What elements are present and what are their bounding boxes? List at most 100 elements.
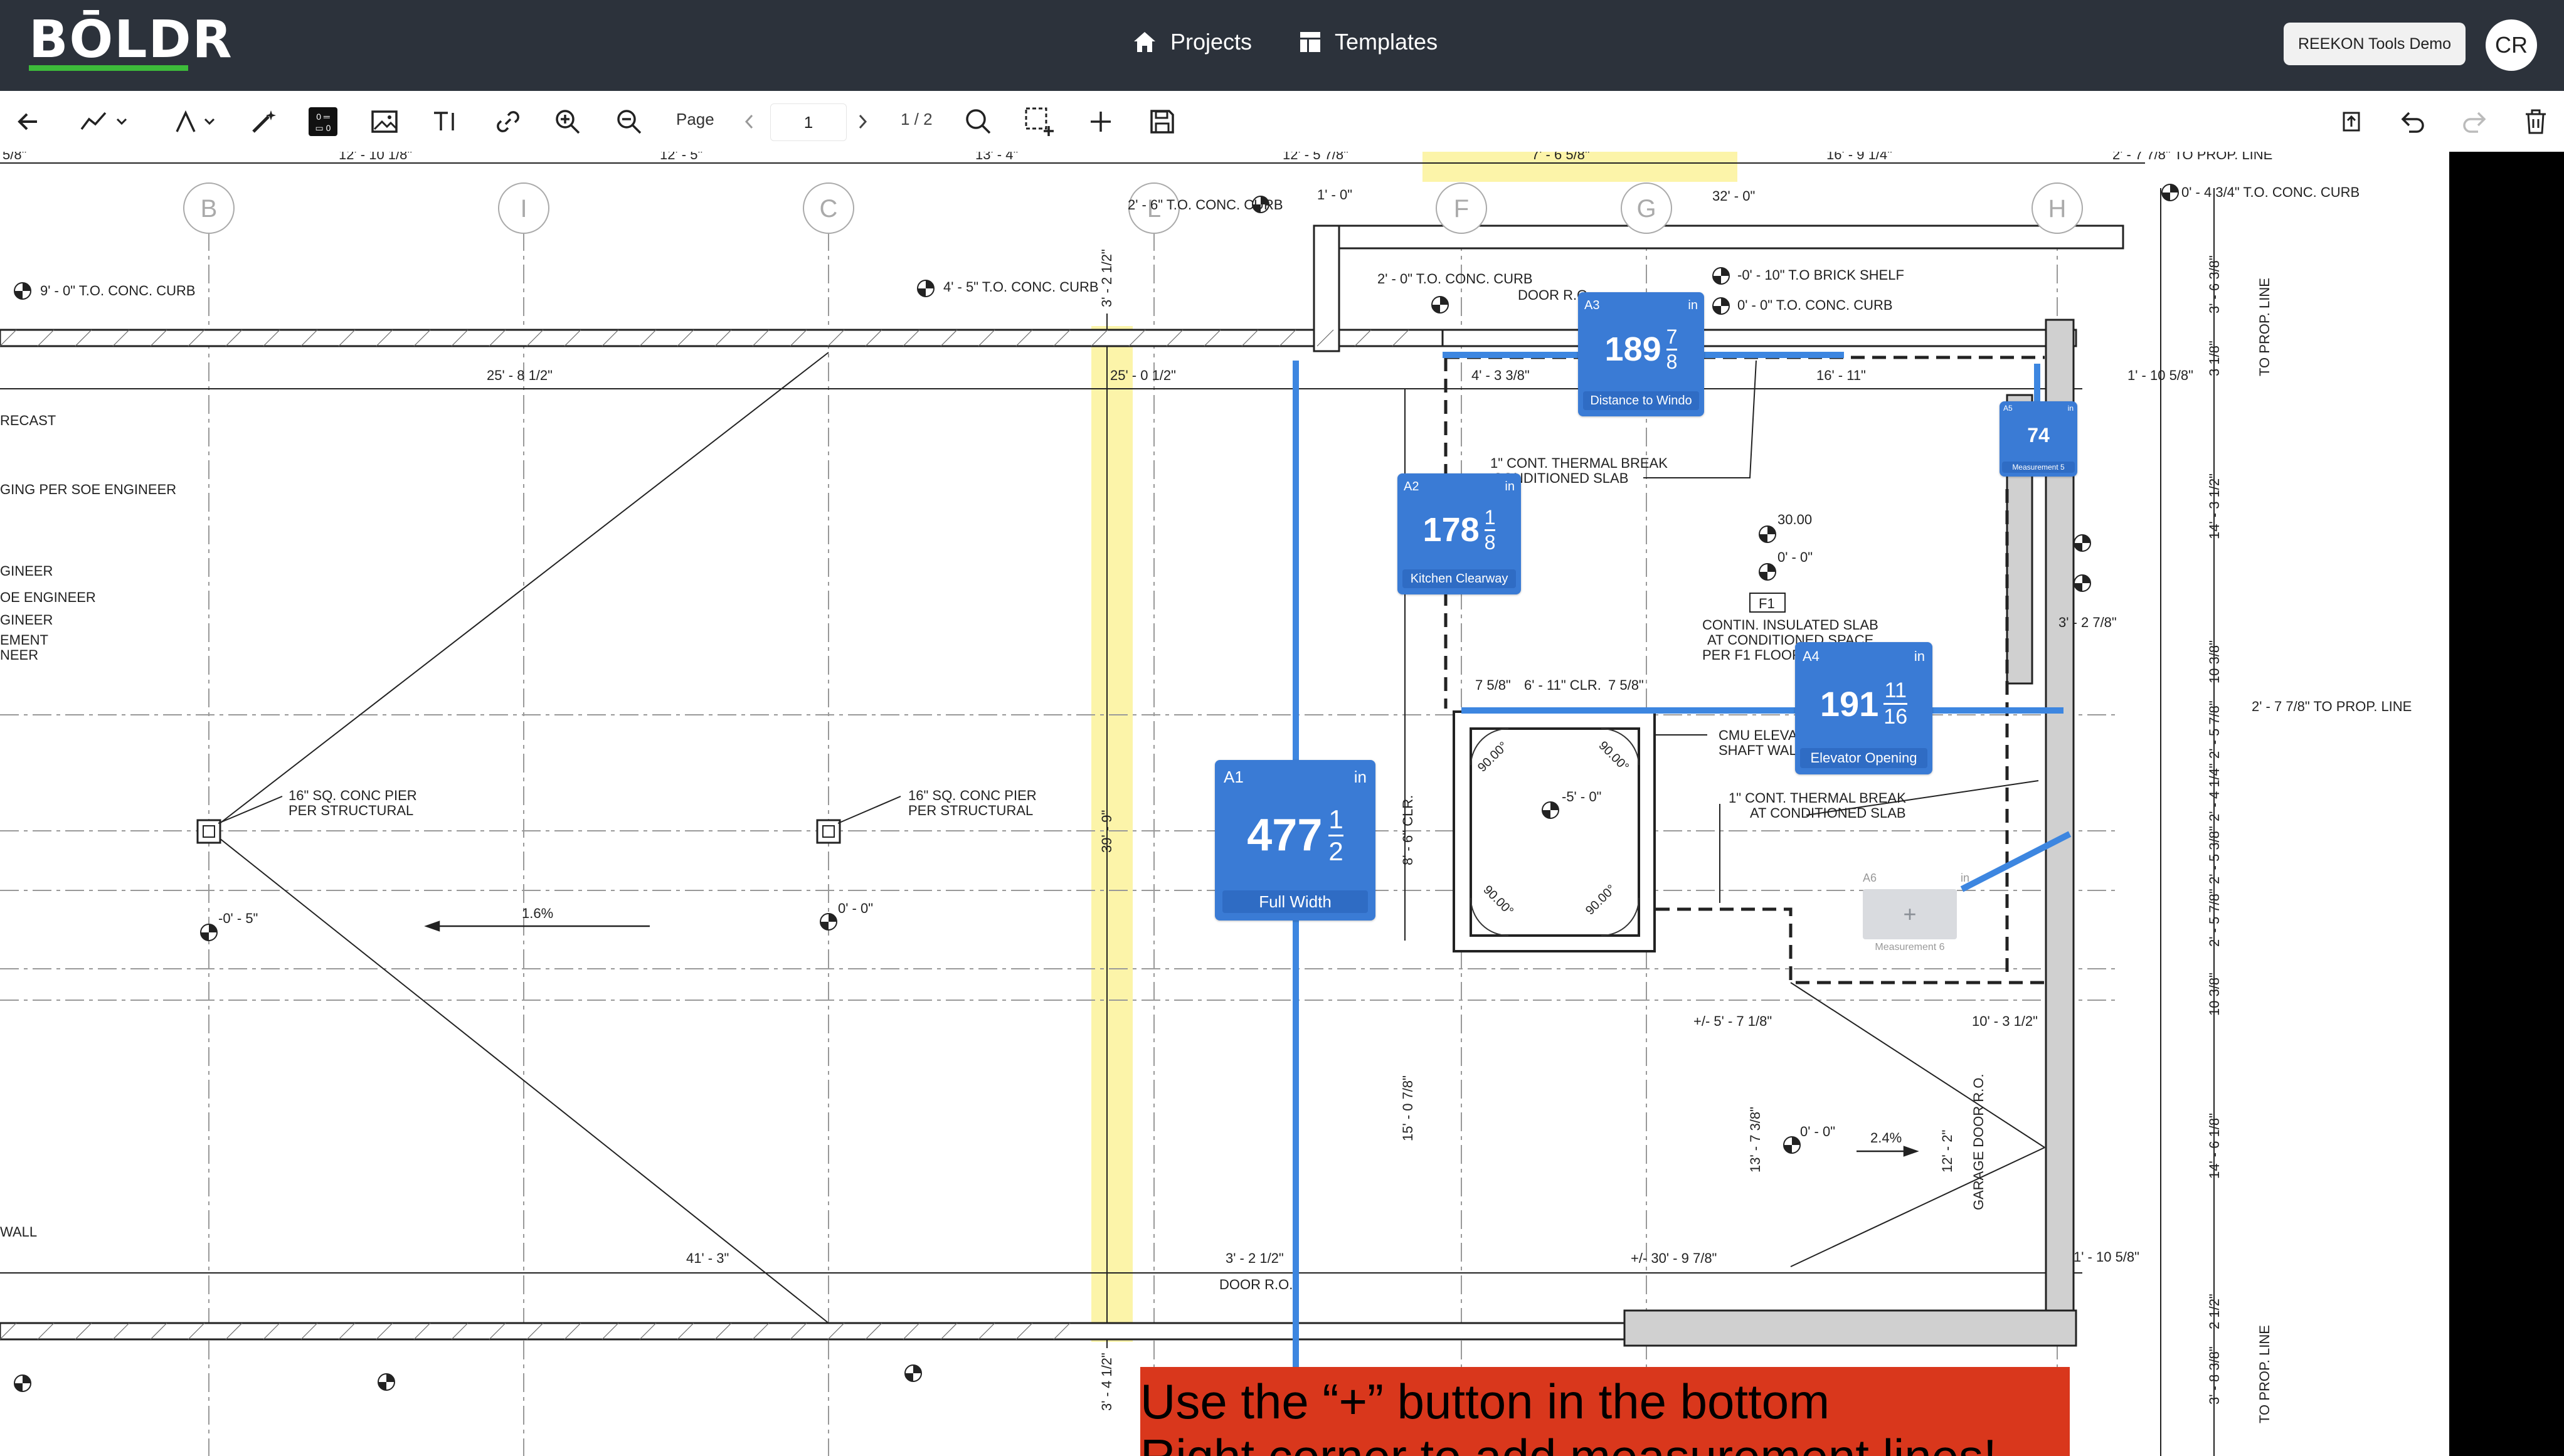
measurement-label: Full Width — [1222, 890, 1368, 913]
right-dim-6: 2' - 5 3/8" — [2206, 826, 2222, 884]
measurement-card-a2[interactable]: A2 in 178 1 8 Kitchen Clearway — [1397, 473, 1521, 594]
measurement-card-a1[interactable]: A1 in 477 1 2 Full Width — [1215, 760, 1375, 921]
dim-5-7: +/- 5' - 7 1/8" — [1693, 1013, 1772, 1029]
note-thermal-2: 1" CONT. THERMAL BREAK — [1729, 790, 1906, 806]
note-curb-2-0: 2' - 0" T.O. CONC. CURB — [1377, 271, 1533, 287]
to-prop-line-note: 2' - 7 7/8" TO PROP. LINE — [2252, 699, 2412, 714]
zoom-in-icon — [556, 109, 580, 134]
prop-line-top: TO PROP. LINE — [2257, 278, 2272, 376]
right-dim-9: 14' - 6 1/8" — [2206, 1113, 2222, 1179]
measurement-unit: in — [1505, 480, 1515, 493]
dim-12-2: 12' - 2" — [1939, 1130, 1955, 1173]
angle-tool[interactable] — [160, 91, 229, 152]
area-select-button[interactable] — [1017, 91, 1061, 152]
search-button[interactable] — [956, 91, 1000, 152]
nav-templates-label: Templates — [1335, 29, 1438, 55]
back-button[interactable] — [6, 91, 50, 152]
dim-32: 32' - 0" — [1712, 188, 1755, 204]
measurement-fraction: 7 8 — [1666, 325, 1678, 374]
measurement-label: Elevator Opening — [1800, 748, 1927, 768]
page-count: 1 / 2 — [901, 110, 933, 129]
delete-button[interactable] — [2514, 91, 2558, 152]
measurement-value: 178 1 8 — [1397, 500, 1521, 560]
grid-label-f: F — [1454, 195, 1469, 223]
note-curb-2-6-top: 2' - 6" T.O. CONC. CURB — [1128, 197, 1283, 213]
right-dim-11: 3' - 8 3/8" — [2206, 1346, 2222, 1405]
reekon-tool-button[interactable]: 0 ═ ▭ 0 — [301, 91, 345, 152]
dim-7-58-b: 7 5/8" — [1608, 677, 1644, 693]
magic-wand-tool[interactable] — [241, 91, 285, 152]
note-neer: NEER — [0, 647, 38, 663]
dim-1-10-a: 1' - 10 5/8" — [2127, 367, 2193, 383]
add-button[interactable] — [1079, 91, 1123, 152]
fraction-denominator: 8 — [1484, 530, 1496, 554]
image-tool[interactable] — [363, 91, 406, 152]
fraction-denominator: 16 — [1883, 704, 1908, 729]
measurement-value: 191 11 16 — [1795, 671, 1932, 736]
top-dim-3: 13' - 4" — [975, 152, 1018, 162]
measurement-whole: 178 — [1422, 511, 1480, 549]
link-tool[interactable] — [486, 91, 530, 152]
measurement-card-a4[interactable]: A4 in 191 11 16 Elevator Opening — [1795, 642, 1932, 774]
measurement-label: Measurement 6 — [1875, 942, 1945, 952]
slope-arrows — [424, 921, 1919, 1157]
text-cursor-icon — [434, 111, 454, 130]
note-pier-left-b: PER STRUCTURAL — [289, 803, 413, 818]
boldr-logo[interactable]: BŌLDR — [29, 14, 233, 66]
fraction-denominator: 2 — [1328, 836, 1343, 866]
page-number-input[interactable]: 1 — [770, 103, 847, 141]
grid-label-h: H — [2048, 195, 2067, 223]
drawing-canvas[interactable]: B I C L F G H 5/8" 12' - 10 1/8" 12' - 5… — [0, 152, 2564, 1456]
measurement-value: 74 — [2000, 416, 2077, 454]
measurement-whole: 189 — [1604, 330, 1661, 368]
next-page-button[interactable] — [847, 91, 878, 152]
redo-button[interactable] — [2452, 91, 2496, 152]
zoom-out-button[interactable] — [607, 91, 651, 152]
top-dim-1: 12' - 10 1/8" — [339, 152, 412, 162]
nav-projects[interactable]: Projects — [1133, 29, 1252, 55]
drawing-toolbar: 0 ═ ▭ 0 Page 1 1 / 2 — [0, 91, 2564, 153]
image-icon — [371, 110, 398, 133]
side-panel-dark — [2449, 152, 2564, 1456]
grid-label-b: B — [201, 195, 218, 223]
dim-1-10-b: 1' - 10 5/8" — [2074, 1249, 2139, 1265]
undo-button[interactable] — [2391, 91, 2435, 152]
measurement-card-a5[interactable]: A5 in 74 Measurement 5 — [2000, 401, 2077, 477]
note-contin-1: CONTIN. INSULATED SLAB — [1702, 617, 1878, 633]
polyline-tool[interactable] — [69, 91, 138, 152]
right-dim-10: 2 1/2" — [2206, 1294, 2222, 1329]
elev-0-a: 0' - 0" — [1777, 549, 1813, 565]
reekon-device-icon: 0 ═▭ 0 — [309, 107, 337, 136]
fraction-denominator: 8 — [1666, 350, 1678, 373]
plus-icon — [1091, 111, 1111, 132]
measurement-placeholder-a6[interactable]: A6 in + Measurement 6 — [1857, 872, 1976, 953]
project-demo-button[interactable]: REEKON Tools Demo — [2284, 23, 2466, 65]
dim-10-3: 10' - 3 1/2" — [1972, 1013, 2038, 1029]
fraction-numerator: 7 — [1666, 325, 1678, 348]
right-dim-2: 14' - 3 1/2" — [2206, 473, 2222, 539]
save-button[interactable] — [1140, 91, 1184, 152]
dim-30: +/- 30' - 9 7/8" — [1631, 1250, 1717, 1266]
top-navigation-bar: BŌLDR Projects Templates REEKON Tools De… — [0, 0, 2564, 91]
measurement-unit: in — [2067, 404, 2074, 413]
search-icon — [966, 108, 991, 134]
zoom-in-button[interactable] — [546, 91, 590, 152]
add-measurement-slot[interactable]: + — [1863, 889, 1957, 939]
user-avatar[interactable]: CR — [2486, 19, 2537, 71]
measurement-card-a3[interactable]: A3 in 189 7 8 Distance to Windo — [1578, 292, 1704, 416]
dim-3-4-bottom: 3' - 4 1/2" — [1099, 1353, 1115, 1411]
note-thermal-1: 1" CONT. THERMAL BREAK — [1490, 455, 1668, 471]
text-tool[interactable] — [423, 91, 467, 152]
tutorial-banner: Use the “+” button in the bottom Right c… — [1140, 1367, 2070, 1456]
prev-page-button[interactable] — [734, 91, 765, 152]
right-dim-0: 3' - 6 3/8" — [2206, 255, 2222, 314]
measurement-value: 189 7 8 — [1578, 319, 1704, 380]
magic-wand-icon — [252, 110, 276, 133]
dim-25-8: 25' - 8 1/2" — [487, 367, 553, 383]
link-icon — [497, 110, 519, 132]
export-button[interactable] — [2329, 91, 2373, 152]
measurement-label: Distance to Windo — [1583, 391, 1699, 410]
nav-templates[interactable]: Templates — [1300, 29, 1438, 55]
note-engineer-3: GINEER — [0, 612, 53, 628]
measurement-id: A4 — [1803, 648, 1820, 664]
